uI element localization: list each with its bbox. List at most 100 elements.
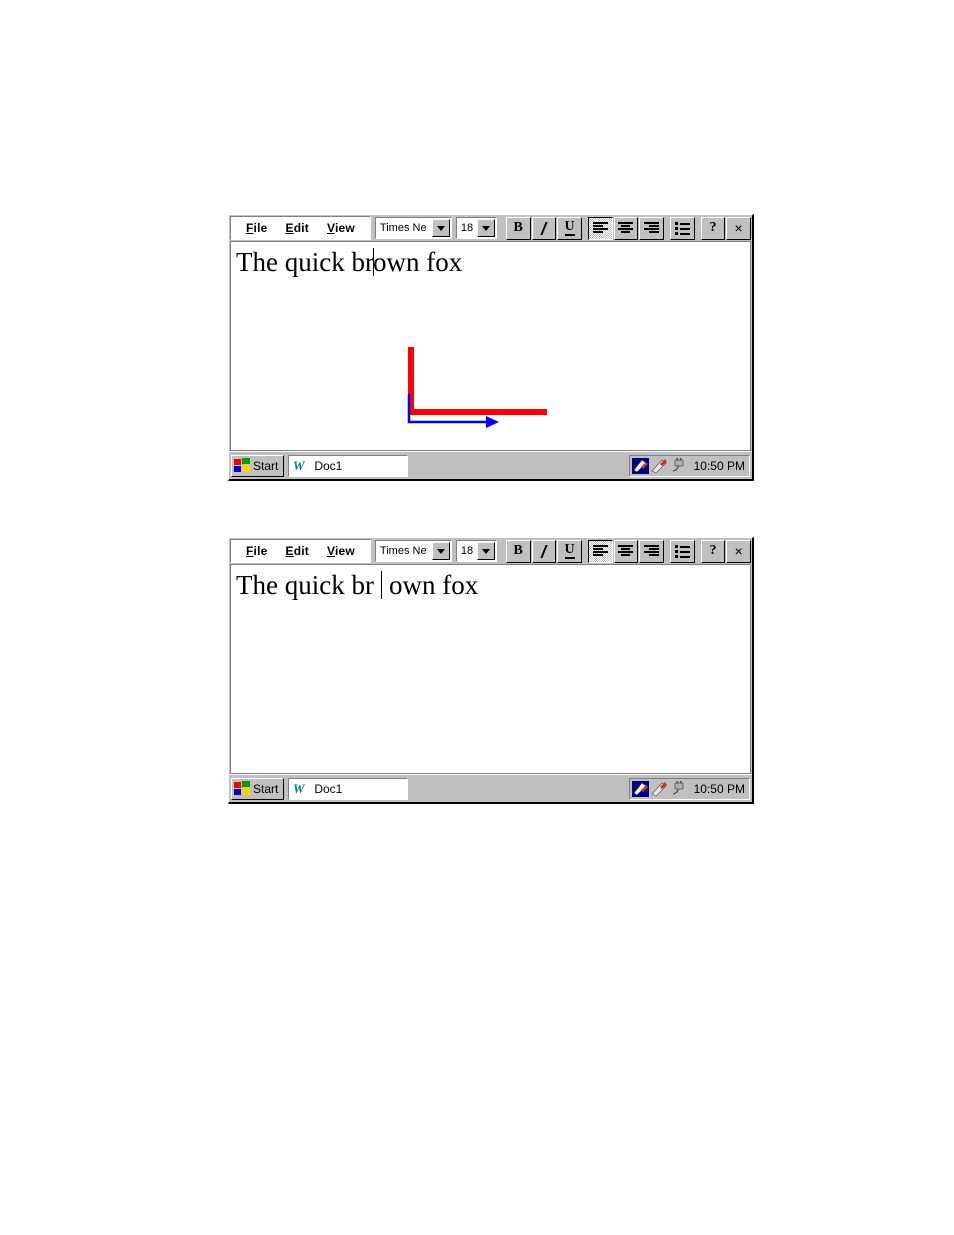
word-document-icon: W	[292, 458, 310, 473]
font-family-dropdown-button[interactable]	[431, 542, 450, 560]
align-right-button[interactable]	[639, 216, 665, 240]
underline-button[interactable]: U	[557, 539, 582, 563]
document-canvas-bottom[interactable]: The quick br own fox	[230, 564, 751, 774]
taskbar-top: Start W Doc1 10:50 PM	[229, 451, 752, 479]
font-family-dropdown-button[interactable]	[431, 219, 450, 237]
menu-accel-edit: E	[285, 221, 294, 235]
question-mark-icon: ?	[709, 220, 717, 235]
menu-rest-view: iew	[334, 544, 355, 558]
menu-accel-edit: E	[285, 544, 294, 558]
close-button[interactable]: ×	[726, 539, 751, 563]
menu-accel-file: F	[246, 221, 254, 235]
chevron-down-icon	[481, 548, 490, 554]
menu-accel-view: V	[326, 221, 335, 235]
help-button[interactable]: ?	[700, 216, 726, 240]
windows-flag-icon	[234, 781, 250, 795]
taskbar-bottom: Start W Doc1 10:50 PM	[229, 774, 752, 802]
chevron-down-icon	[436, 548, 445, 554]
menu-item-edit[interactable]: Edit	[276, 221, 317, 235]
menu-item-edit[interactable]: Edit	[276, 544, 317, 558]
chevron-down-icon	[481, 225, 490, 231]
document-text-line: The quick br own fox	[236, 569, 478, 603]
menu-accel-view: V	[326, 544, 335, 558]
font-size-combo[interactable]: 18	[455, 540, 497, 562]
align-right-icon	[644, 544, 660, 556]
system-tray: 10:50 PM	[628, 777, 750, 800]
italic-button[interactable]	[531, 216, 557, 240]
taskbar-item-doc1[interactable]: W Doc1	[288, 454, 409, 477]
bold-icon: B	[513, 220, 523, 235]
plug-icon[interactable]	[670, 780, 687, 797]
word-document-icon: W	[292, 781, 310, 796]
blue-arrowhead-icon	[486, 416, 499, 428]
page-root: File Edit View Times Ne 18 B U ? × The q…	[0, 0, 954, 1235]
close-icon: ×	[734, 543, 743, 559]
bold-button[interactable]: B	[505, 216, 531, 240]
document-text-before-caret: The quick br	[236, 570, 374, 600]
close-icon: ×	[734, 220, 743, 236]
windows-flag-icon	[234, 458, 250, 472]
network-icon[interactable]	[631, 780, 649, 797]
align-center-button[interactable]	[613, 216, 639, 240]
menu-item-file[interactable]: File	[237, 544, 276, 558]
align-left-icon	[592, 221, 608, 233]
taskbar-item-label: Doc1	[314, 781, 343, 796]
menu-item-view[interactable]: View	[318, 544, 364, 558]
menu-item-file[interactable]: File	[237, 221, 276, 235]
start-button[interactable]: Start	[231, 777, 285, 800]
text-caret	[380, 571, 382, 599]
menu-rest-file: ile	[253, 544, 268, 558]
clock[interactable]: 10:50 PM	[694, 782, 745, 796]
font-size-combo[interactable]: 18	[455, 217, 497, 239]
align-left-button[interactable]	[587, 216, 613, 240]
start-button[interactable]: Start	[231, 454, 285, 477]
word-processor-window-top: File Edit View Times Ne 18 B U ? × The q…	[228, 214, 754, 481]
document-text-after-caret: own fox	[372, 247, 463, 277]
network-icon[interactable]	[631, 457, 649, 474]
bold-button[interactable]: B	[505, 539, 531, 563]
toolbar-top: File Edit View Times Ne 18 B U ? ×	[229, 215, 752, 241]
menu-rest-file: ile	[253, 221, 268, 235]
align-right-button[interactable]	[639, 539, 665, 563]
bullet-list-button[interactable]	[669, 216, 695, 240]
menu-accel-file: F	[246, 544, 254, 558]
align-center-button[interactable]	[613, 539, 639, 563]
italic-icon	[540, 221, 548, 235]
modem-icon[interactable]	[651, 781, 668, 797]
font-family-value: Times Ne	[375, 218, 432, 238]
toolbar-bottom: File Edit View Times Ne 18 B U ? ×	[229, 538, 752, 564]
clock[interactable]: 10:50 PM	[694, 459, 745, 473]
bullet-list-icon	[674, 544, 690, 558]
modem-icon[interactable]	[651, 458, 668, 474]
taskbar-item-label: Doc1	[314, 458, 343, 473]
blue-elbow-arrow-path	[407, 394, 489, 424]
font-size-value: 18	[456, 541, 477, 561]
font-family-combo[interactable]: Times Ne	[374, 217, 452, 239]
menu-rest-view: iew	[334, 221, 355, 235]
italic-button[interactable]	[531, 539, 557, 563]
align-left-icon	[592, 544, 608, 556]
system-tray: 10:50 PM	[628, 454, 750, 477]
font-size-dropdown-button[interactable]	[476, 542, 495, 560]
document-canvas-top[interactable]: The quick brown fox	[230, 241, 751, 451]
taskbar-item-doc1[interactable]: W Doc1	[288, 777, 409, 800]
plug-icon[interactable]	[670, 457, 687, 474]
help-button[interactable]: ?	[700, 539, 726, 563]
font-family-combo[interactable]: Times Ne	[374, 540, 452, 562]
underline-button[interactable]: U	[557, 216, 582, 240]
align-right-icon	[644, 221, 660, 233]
bullet-list-icon	[674, 221, 690, 235]
question-mark-icon: ?	[709, 543, 717, 558]
align-left-button[interactable]	[587, 539, 613, 563]
red-elbow-path	[408, 347, 547, 415]
menu-item-view[interactable]: View	[318, 221, 364, 235]
bullet-list-button[interactable]	[669, 539, 695, 563]
close-button[interactable]: ×	[726, 216, 751, 240]
underline-icon: U	[564, 219, 575, 236]
start-button-label: Start	[253, 458, 279, 473]
document-text-before-caret: The quick br	[236, 247, 374, 277]
font-size-dropdown-button[interactable]	[476, 219, 495, 237]
font-size-value: 18	[456, 218, 477, 238]
align-center-icon	[618, 221, 634, 233]
menu-bar-bottom: File Edit View	[230, 539, 371, 563]
